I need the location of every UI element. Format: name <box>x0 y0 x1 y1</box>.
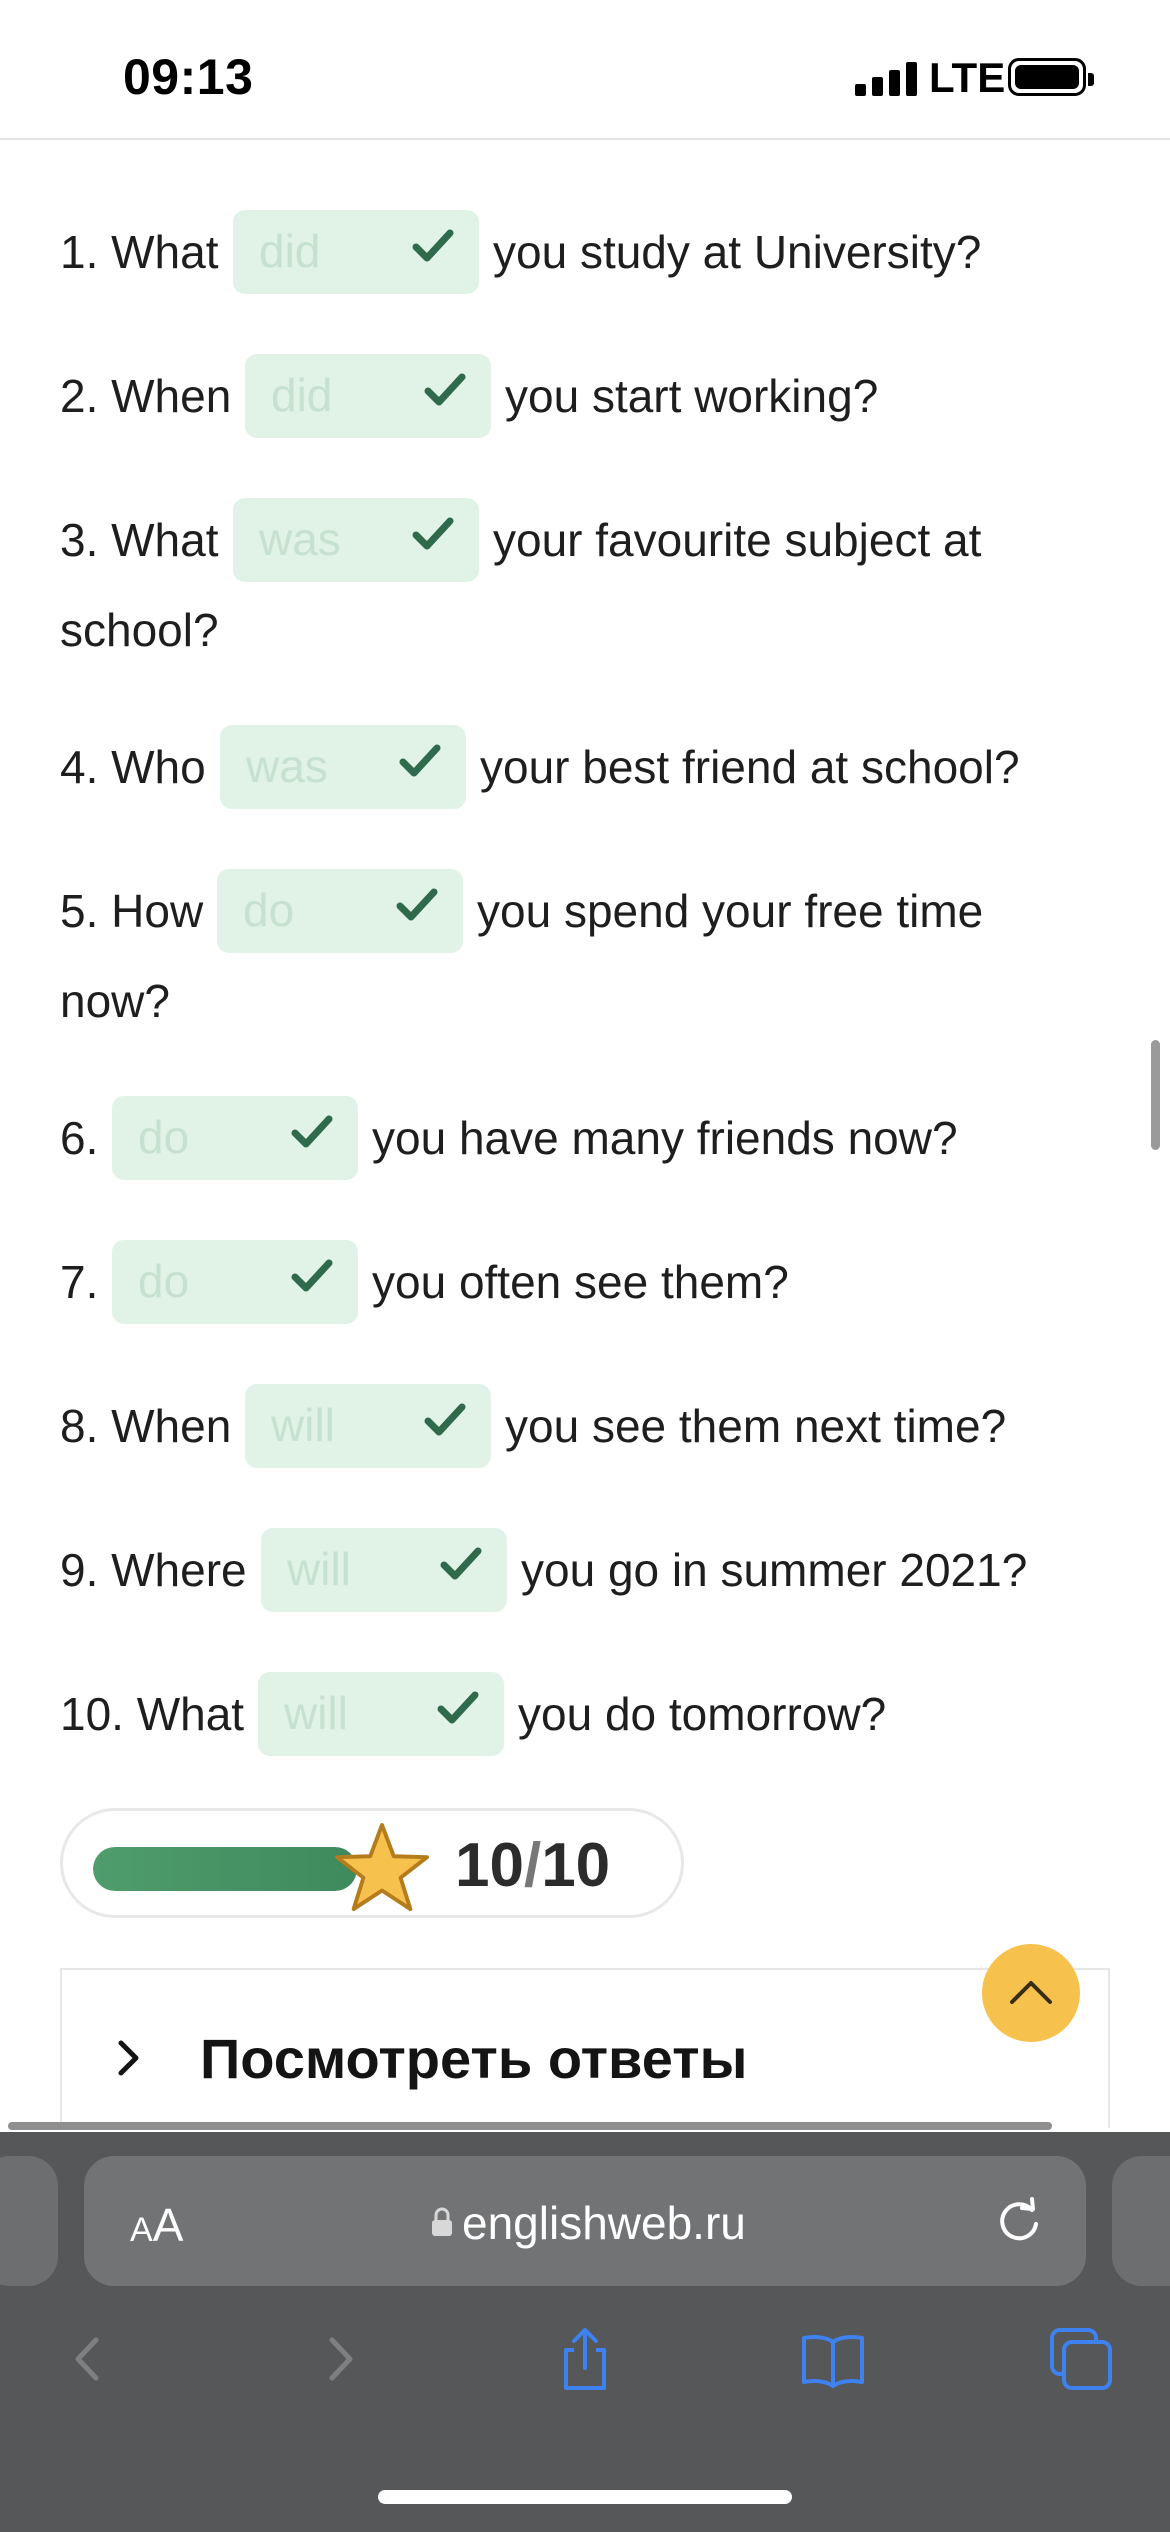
aa-big: A <box>152 2199 184 2251</box>
score-correct: 10 <box>455 1831 524 1900</box>
question-prefix: 1. What <box>60 226 219 278</box>
question-suffix: your best friend at school? <box>480 741 1020 793</box>
lock-icon <box>432 2207 452 2236</box>
chevron-right-icon <box>118 2040 139 2076</box>
back-icon[interactable] <box>52 2324 122 2394</box>
check-icon <box>291 1115 333 1148</box>
bookmarks-icon[interactable] <box>798 2324 868 2394</box>
check-icon <box>291 1259 333 1292</box>
answer-text: was <box>259 513 341 565</box>
question-prefix: 9. Where <box>60 1544 247 1596</box>
reload-icon[interactable] <box>994 2196 1044 2246</box>
check-icon <box>412 229 454 262</box>
question-prefix: 7. <box>60 1256 99 1308</box>
scroll-to-top-button[interactable] <box>982 1944 1080 2042</box>
signal-icon <box>855 62 917 96</box>
answer-text: did <box>259 225 321 277</box>
network-label: LTE <box>929 54 1006 101</box>
share-icon[interactable] <box>550 2324 620 2394</box>
question-prefix: 3. What <box>60 514 219 566</box>
question-suffix: you have many friends now? <box>372 1112 958 1164</box>
answer-text: was <box>246 740 328 792</box>
status-time: 09:13 <box>123 49 254 105</box>
question-suffix: you spend your free time <box>477 885 984 937</box>
answers-panel-title: Посмотреть ответы <box>200 2027 748 2090</box>
star-icon <box>335 1822 429 1912</box>
score-separator: / <box>523 1831 542 1900</box>
question-suffix: you do tomorrow? <box>518 1688 887 1740</box>
question-prefix: 10. What <box>60 1688 245 1740</box>
check-icon <box>440 1547 482 1580</box>
answer-gap[interactable]: will <box>261 1528 507 1612</box>
answer-gap[interactable]: do <box>217 869 463 953</box>
progress-bar <box>93 1847 357 1891</box>
forward-icon[interactable] <box>306 2324 376 2394</box>
answer-text: will <box>284 1687 348 1739</box>
home-indicator <box>378 2490 792 2504</box>
answer-gap[interactable]: did <box>245 354 491 438</box>
url-text: englishweb.ru <box>462 2197 746 2249</box>
answer-gap[interactable]: do <box>112 1096 358 1180</box>
answer-gap[interactable]: will <box>245 1384 491 1468</box>
progress-fill <box>93 1847 357 1891</box>
check-icon <box>437 1691 479 1724</box>
check-icon <box>412 517 454 550</box>
answer-text: will <box>287 1543 351 1595</box>
question-suffix: you often see them? <box>372 1256 789 1308</box>
check-icon <box>424 373 466 406</box>
browser-toolbar: AA englishweb.ru <box>0 2132 1170 2532</box>
check-icon <box>396 888 438 921</box>
answer-text: will <box>271 1399 335 1451</box>
question-suffix: you study at University? <box>493 226 982 278</box>
aa-small: A <box>130 2211 153 2249</box>
check-icon <box>424 1403 466 1436</box>
answers-panel[interactable]: Посмотреть ответы <box>60 1968 1110 2128</box>
answer-text: do <box>138 1255 190 1307</box>
previous-tab-peek[interactable] <box>0 2156 58 2286</box>
question-prefix: 4. Who <box>60 741 206 793</box>
horizontal-scrollbar[interactable] <box>8 2122 1052 2130</box>
question-prefix: 2. When <box>60 370 232 422</box>
battery-icon <box>1008 58 1094 96</box>
question-prefix: 8. When <box>60 1400 232 1452</box>
check-icon <box>399 744 441 777</box>
score-total: 10 <box>541 1831 611 1900</box>
answer-gap[interactable]: did <box>233 210 479 294</box>
question-suffix: your favourite subject at <box>493 514 982 566</box>
tabs-icon[interactable] <box>1046 2324 1116 2394</box>
score-text: 10/10 <box>455 1835 610 1897</box>
question-continuation: now? <box>60 975 170 1027</box>
reader-options-button[interactable]: AA <box>130 2198 183 2252</box>
status-bar: 09:13 LTE <box>0 0 1170 140</box>
answer-text: did <box>271 369 333 421</box>
question-suffix: you go in summer 2021? <box>521 1544 1028 1596</box>
score-box: 10/10 <box>60 1808 684 1918</box>
next-tab-peek[interactable] <box>1112 2156 1170 2286</box>
answer-gap[interactable]: will <box>258 1672 504 1756</box>
address-bar[interactable]: AA englishweb.ru <box>84 2156 1086 2286</box>
question-prefix: 5. How <box>60 885 204 937</box>
question-continuation: school? <box>60 604 219 656</box>
answer-gap[interactable]: was <box>220 725 466 809</box>
question-suffix: you start working? <box>505 370 879 422</box>
answer-gap[interactable]: do <box>112 1240 358 1324</box>
page-scrollbar[interactable] <box>1151 1040 1160 1150</box>
question-suffix: you see them next time? <box>505 1400 1007 1452</box>
answer-text: do <box>138 1111 190 1163</box>
question-prefix: 6. <box>60 1112 99 1164</box>
answer-gap[interactable]: was <box>233 498 479 582</box>
chevron-up-icon <box>1010 1981 1052 2004</box>
answer-text: do <box>243 884 295 936</box>
